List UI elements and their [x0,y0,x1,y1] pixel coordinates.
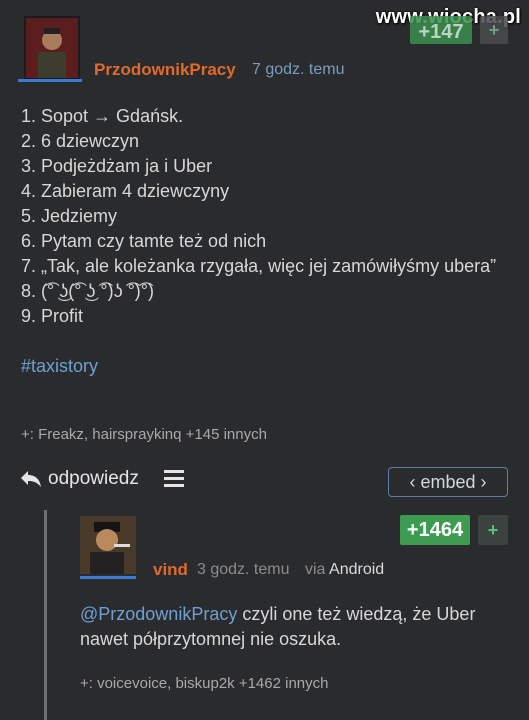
post-line: 3. Podjeżdżam ja i Uber [21,156,213,176]
reply-label: odpowiedz [48,468,139,489]
embed-button[interactable]: ‹ embed › [388,467,508,497]
mention-link[interactable]: @PrzodownikPracy [80,604,237,624]
post-line: 8. (͡° ͜ʖ(͡° ͜ʖ ͡°)ʖ ͡°)͡°) [21,281,154,301]
menu-icon[interactable] [164,470,184,491]
avatar-status-bar [18,79,82,82]
reply-arrow-icon [21,471,41,487]
reply-avatar[interactable] [80,516,136,574]
hashtag-link[interactable]: #taxistory [21,354,511,379]
post-line: 6. Pytam czy tamte też od nich [21,231,267,251]
post-line: 1. Sopot → Gdańsk. [21,106,184,126]
reply-via: via Android [305,561,384,579]
post-body: 1. Sopot → Gdańsk. 2. 6 dziewczyn 3. Pod… [21,104,511,379]
vote-count: +147 [410,16,472,44]
reply-likers-list[interactable]: +: voicevoice, biskup2k +1462 innych [80,675,329,692]
via-prefix: via [305,561,326,578]
post-line: 7. „Tak, ale koleżanka rzygała, więc jej… [21,256,497,276]
author-name[interactable]: PrzodownikPracy [94,60,236,80]
post-time[interactable]: 7 godz. temu [252,61,345,79]
post-line: 5. Jedziemy [21,206,118,226]
reply-body: @PrzodownikPracy czyli one też wiedzą, ż… [80,602,510,652]
thread-line [44,510,47,720]
upvote-button[interactable]: + [480,16,508,44]
avatar-image [26,18,78,78]
avatar-image [80,516,136,574]
reply-time[interactable]: 3 godz. temu [197,561,290,579]
reply-button[interactable]: odpowiedz [20,468,139,490]
reply-vote-count: +1464 [400,515,470,545]
likers-list[interactable]: +: Freakz, hairspraykinq +145 innych [21,426,267,443]
post-line: 2. 6 dziewczyn [21,131,140,151]
avatar-status-bar [80,576,136,579]
post-line: 9. Profit [21,306,84,326]
post-line: 4. Zabieram 4 dziewczyny [21,181,230,201]
via-app: Android [329,561,385,578]
reply-upvote-button[interactable]: + [478,515,508,545]
reply-author-name[interactable]: vind [153,560,188,580]
author-avatar[interactable] [24,16,80,80]
